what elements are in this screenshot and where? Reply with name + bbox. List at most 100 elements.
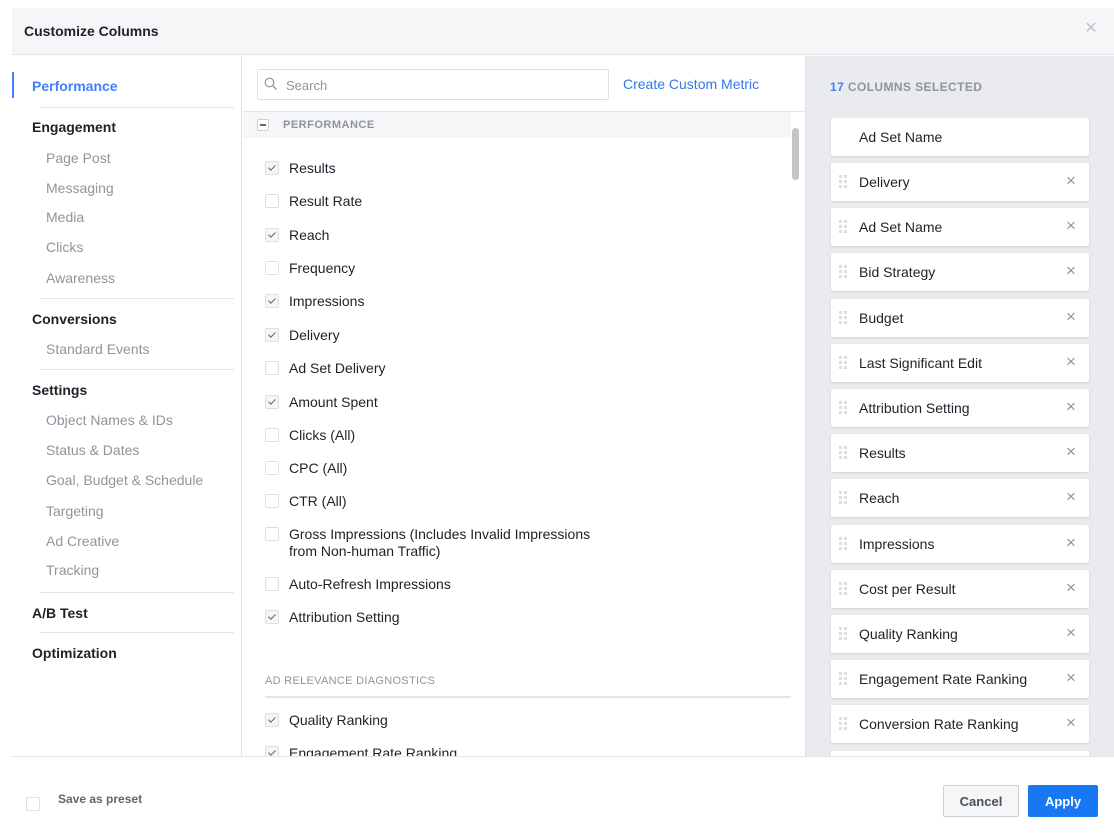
remove-column-icon[interactable]: × (1063, 624, 1079, 642)
unchecked-checkbox[interactable] (265, 577, 279, 591)
option-ctr-all[interactable]: CTR (All) (265, 493, 347, 510)
search-icon (264, 77, 277, 90)
selected-column-item[interactable]: Ad Set Name × (831, 208, 1089, 247)
apply-button[interactable]: Apply (1028, 785, 1098, 817)
nav-ab-test[interactable]: A/B Test (32, 605, 88, 621)
column-name: Engagement Rate Ranking (859, 671, 1028, 688)
checked-checkbox[interactable] (265, 328, 279, 342)
remove-column-icon[interactable]: × (1063, 443, 1079, 461)
nav-standard-events[interactable]: Standard Events (46, 341, 150, 357)
checked-checkbox[interactable] (265, 395, 279, 409)
remove-column-icon[interactable]: × (1063, 172, 1079, 190)
unchecked-checkbox[interactable] (265, 194, 279, 208)
remove-column-icon[interactable]: × (1063, 488, 1079, 506)
nav-engagement[interactable]: Engagement (32, 119, 116, 135)
selected-column-item[interactable]: Cost per Result × (831, 569, 1089, 608)
nav-page-post[interactable]: Page Post (46, 150, 111, 166)
drag-handle-icon[interactable] (839, 627, 849, 641)
drag-handle-icon[interactable] (839, 581, 849, 596)
remove-column-icon[interactable]: × (1063, 533, 1079, 552)
option-reach[interactable]: Reach (265, 227, 329, 244)
nav-goal-budget-schedule[interactable]: Goal, Budget & Schedule (46, 472, 203, 488)
drag-handle-icon[interactable] (839, 536, 849, 551)
selected-column-item[interactable]: Last Significant Edit × (831, 343, 1089, 382)
checked-checkbox[interactable] (265, 161, 279, 175)
nav-targeting[interactable]: Targeting (46, 503, 104, 519)
selected-column-item[interactable]: Delivery × (831, 163, 1089, 201)
remove-column-icon[interactable]: × (1063, 578, 1079, 597)
option-ad-set-delivery[interactable]: Ad Set Delivery (265, 360, 385, 377)
save-preset-checkbox[interactable] (26, 797, 40, 811)
unchecked-checkbox[interactable] (265, 428, 279, 442)
option-attribution-setting[interactable]: Attribution Setting (265, 609, 400, 626)
selected-column-item[interactable]: Bid Strategy × (831, 253, 1089, 292)
nav-status-dates[interactable]: Status & Dates (46, 442, 139, 458)
option-label: Ad Set Delivery (289, 360, 386, 376)
search-input[interactable] (286, 74, 596, 96)
remove-column-icon[interactable]: × (1063, 307, 1079, 326)
option-quality-ranking[interactable]: Quality Ranking (265, 712, 388, 729)
remove-column-icon[interactable]: × (1063, 262, 1079, 280)
unchecked-checkbox[interactable] (265, 261, 279, 275)
drag-handle-icon[interactable] (839, 175, 849, 189)
scrollbar-thumb[interactable] (792, 128, 799, 180)
remove-column-icon[interactable]: × (1063, 398, 1079, 416)
checked-checkbox[interactable] (265, 610, 279, 624)
option-auto-refresh-impressions[interactable]: Auto-Refresh Impressions (265, 576, 451, 593)
drag-handle-icon[interactable] (839, 310, 849, 325)
selected-column-item[interactable]: Budget × (831, 298, 1089, 337)
nav-divider (40, 298, 234, 299)
drag-handle-icon[interactable] (839, 220, 849, 234)
checked-checkbox[interactable] (265, 294, 279, 308)
drag-handle-icon[interactable] (839, 672, 849, 686)
dialog-title: Customize Columns (24, 23, 159, 39)
option-delivery[interactable]: Delivery (265, 327, 340, 344)
option-clicks-all[interactable]: Clicks (All) (265, 427, 355, 444)
drag-handle-icon[interactable] (839, 401, 849, 415)
nav-ad-creative[interactable]: Ad Creative (46, 533, 119, 549)
option-result-rate[interactable]: Result Rate (265, 193, 362, 210)
nav-performance[interactable]: Performance (32, 78, 118, 94)
nav-media[interactable]: Media (46, 209, 84, 225)
remove-column-icon[interactable]: × (1063, 714, 1079, 732)
remove-column-icon[interactable]: × (1063, 217, 1079, 235)
option-frequency[interactable]: Frequency (265, 260, 355, 277)
nav-tracking[interactable]: Tracking (46, 562, 99, 578)
drag-handle-icon[interactable] (839, 265, 849, 279)
selected-column-item[interactable]: Results × (831, 434, 1089, 473)
option-amount-spent[interactable]: Amount Spent (265, 394, 378, 411)
selected-column-item[interactable]: Engagement Rate Ranking × (831, 660, 1089, 699)
selected-column-item[interactable]: Quality Ranking × (831, 615, 1089, 653)
unchecked-checkbox[interactable] (265, 361, 279, 375)
checked-checkbox[interactable] (265, 713, 279, 727)
option-gross-impressions-includes-invalid-impressions-from-non-human-traffic[interactable]: Gross Impressions (Includes Invalid Impr… (265, 526, 590, 560)
nav-clicks[interactable]: Clicks (46, 239, 83, 255)
close-icon[interactable]: ✕ (1084, 21, 1098, 37)
nav-optimization[interactable]: Optimization (32, 645, 117, 661)
option-cpc-all[interactable]: CPC (All) (265, 460, 347, 477)
checked-checkbox[interactable] (265, 228, 279, 242)
unchecked-checkbox[interactable] (265, 527, 279, 541)
option-impressions[interactable]: Impressions (265, 293, 364, 310)
drag-handle-icon[interactable] (839, 491, 849, 505)
unchecked-checkbox[interactable] (265, 494, 279, 508)
nav-conversions[interactable]: Conversions (32, 311, 117, 327)
unchecked-checkbox[interactable] (265, 461, 279, 475)
selected-column-item[interactable]: Impressions × (831, 524, 1089, 563)
selected-column-item[interactable]: Conversion Rate Ranking × (831, 705, 1089, 744)
option-results[interactable]: Results (265, 160, 336, 177)
drag-handle-icon[interactable] (839, 446, 849, 460)
selected-column-item[interactable]: Attribution Setting × (831, 389, 1089, 427)
selected-column-item[interactable]: Reach × (831, 479, 1089, 518)
create-custom-metric-link[interactable]: Create Custom Metric (623, 76, 759, 92)
drag-handle-icon[interactable] (839, 355, 849, 370)
remove-column-icon[interactable]: × (1063, 669, 1079, 687)
cancel-button[interactable]: Cancel (943, 785, 1019, 817)
nav-awareness[interactable]: Awareness (46, 270, 115, 286)
nav-object-names-ids[interactable]: Object Names & IDs (46, 412, 173, 428)
drag-handle-icon[interactable] (839, 717, 849, 731)
remove-column-icon[interactable]: × (1063, 352, 1079, 371)
nav-settings[interactable]: Settings (32, 382, 87, 398)
collapse-icon[interactable] (257, 119, 269, 131)
nav-messaging[interactable]: Messaging (46, 180, 114, 196)
